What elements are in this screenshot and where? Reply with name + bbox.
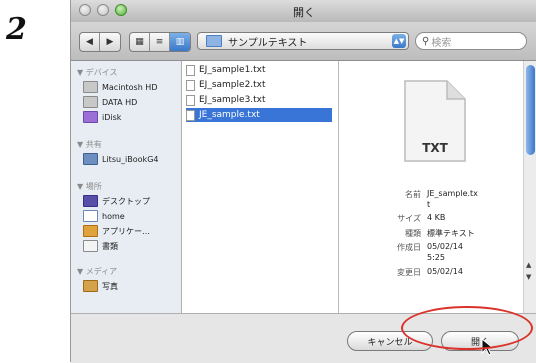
open-dialog-window: 開く ◀ ▶ ▦ ≡ ▥ サンプルテキスト ▲▼ ⚲ 検索 ▼ デバイス Mac… (70, 0, 536, 363)
created-time: 5:25 (427, 253, 445, 262)
back-button[interactable]: ◀ (80, 33, 100, 51)
search-placeholder: 検索 (431, 37, 452, 49)
kind-value: 標準テキスト (427, 229, 475, 238)
name-value-wrap: t (427, 200, 431, 209)
file-type-label: TXT (422, 141, 448, 155)
location-label: サンプルテキスト (228, 37, 308, 49)
applications-icon (83, 225, 98, 237)
created-date: 05/02/14 (427, 242, 463, 251)
sidebar-header-places[interactable]: ▼ 場所 (77, 181, 102, 192)
sidebar-item-macintosh-hd[interactable]: Macintosh HD (83, 81, 157, 93)
scroll-down-arrow-icon[interactable]: ▼ (526, 273, 531, 281)
photos-icon (83, 280, 98, 292)
idisk-icon (83, 111, 98, 123)
sidebar-item-home[interactable]: home (83, 210, 125, 222)
forward-button[interactable]: ▶ (100, 33, 120, 51)
file-name: EJ_sample1.txt (199, 65, 266, 75)
text-file-icon (186, 79, 195, 91)
sidebar-item-label: 写真 (102, 281, 118, 291)
size-label: サイズ (397, 214, 421, 223)
sidebar-header-devices[interactable]: ▼ デバイス (77, 67, 117, 78)
sidebar-header-shared[interactable]: ▼ 共有 (77, 139, 102, 150)
history-nav: ◀ ▶ (79, 32, 121, 52)
location-popup[interactable]: サンプルテキスト ▲▼ (197, 32, 409, 50)
sidebar-item-label: アプリケー… (102, 226, 150, 236)
scroll-up-arrow-icon[interactable]: ▲ (526, 261, 531, 269)
sidebar-item-documents[interactable]: 書類 (83, 240, 118, 252)
sidebar-item-label: 書類 (102, 241, 118, 251)
sidebar-header-media[interactable]: ▼ メディア (77, 266, 117, 277)
file-item[interactable]: EJ_sample2.txt (186, 78, 332, 92)
home-icon (83, 210, 98, 222)
name-label: 名前 (405, 190, 421, 199)
sidebar-item-label: デスクトップ (102, 196, 150, 206)
search-field[interactable]: ⚲ 検索 (415, 32, 527, 50)
name-value: JE_sample.tx (427, 189, 478, 198)
file-list-column: EJ_sample1.txt EJ_sample2.txt EJ_sample3… (182, 61, 339, 313)
desktop-icon (83, 195, 98, 207)
file-item[interactable]: EJ_sample3.txt (186, 93, 332, 107)
file-name: EJ_sample2.txt (199, 80, 266, 90)
search-icon: ⚲ (422, 35, 430, 47)
text-file-icon (186, 109, 195, 121)
view-switcher: ▦ ≡ ▥ (129, 32, 191, 52)
sidebar-item-photos[interactable]: 写真 (83, 280, 118, 292)
icon-view-button[interactable]: ▦ (130, 33, 150, 51)
documents-icon (83, 240, 98, 252)
vertical-scrollbar[interactable]: ▲ ▼ (523, 61, 536, 313)
sidebar-item-data-hd[interactable]: DATA HD (83, 96, 137, 108)
folder-icon (206, 35, 222, 47)
step-number: 2 (6, 12, 27, 47)
file-name: JE_sample.txt (199, 110, 260, 120)
sidebar-item-label: DATA HD (102, 97, 138, 107)
sidebar-item-litsu-ibook[interactable]: Litsu_iBookG4 (83, 153, 158, 165)
modified-label: 変更日 (397, 268, 421, 277)
browser-area: ▼ デバイス Macintosh HD DATA HD iDisk ▼ 共有 L… (71, 61, 536, 313)
title-bar: 開く (71, 0, 536, 23)
file-name: EJ_sample3.txt (199, 95, 266, 105)
preview-pane: TXT 名前 JE_sample.tx t サイズ 4 KB 種類 標準テキスト… (339, 61, 523, 313)
text-file-icon (186, 94, 195, 106)
text-file-icon (186, 64, 195, 76)
column-view-button[interactable]: ▥ (170, 33, 190, 51)
created-label: 作成日 (397, 243, 421, 252)
file-item[interactable]: EJ_sample1.txt (186, 63, 332, 77)
kind-label: 種類 (405, 229, 421, 238)
sidebar-item-label: home (102, 211, 125, 221)
sidebar: ▼ デバイス Macintosh HD DATA HD iDisk ▼ 共有 L… (71, 61, 182, 313)
sidebar-item-label: Macintosh HD (102, 82, 158, 92)
scroll-thumb[interactable] (526, 65, 535, 155)
file-item-selected[interactable]: JE_sample.txt (186, 108, 332, 122)
size-value: 4 KB (427, 213, 446, 222)
sidebar-item-applications[interactable]: アプリケー… (83, 225, 150, 237)
list-view-button[interactable]: ≡ (150, 33, 170, 51)
window-title: 開く (293, 6, 315, 19)
sidebar-item-label: Litsu_iBookG4 (102, 154, 159, 164)
popup-arrows-icon: ▲▼ (392, 34, 406, 48)
sidebar-item-idisk[interactable]: iDisk (83, 111, 121, 123)
modified-date: 05/02/14 (427, 267, 463, 276)
hard-disk-icon (83, 96, 98, 108)
hard-disk-icon (83, 81, 98, 93)
sidebar-item-desktop[interactable]: デスクトップ (83, 195, 150, 207)
sidebar-item-label: iDisk (102, 112, 122, 122)
highlight-ring (401, 306, 533, 350)
computer-icon (83, 153, 98, 165)
